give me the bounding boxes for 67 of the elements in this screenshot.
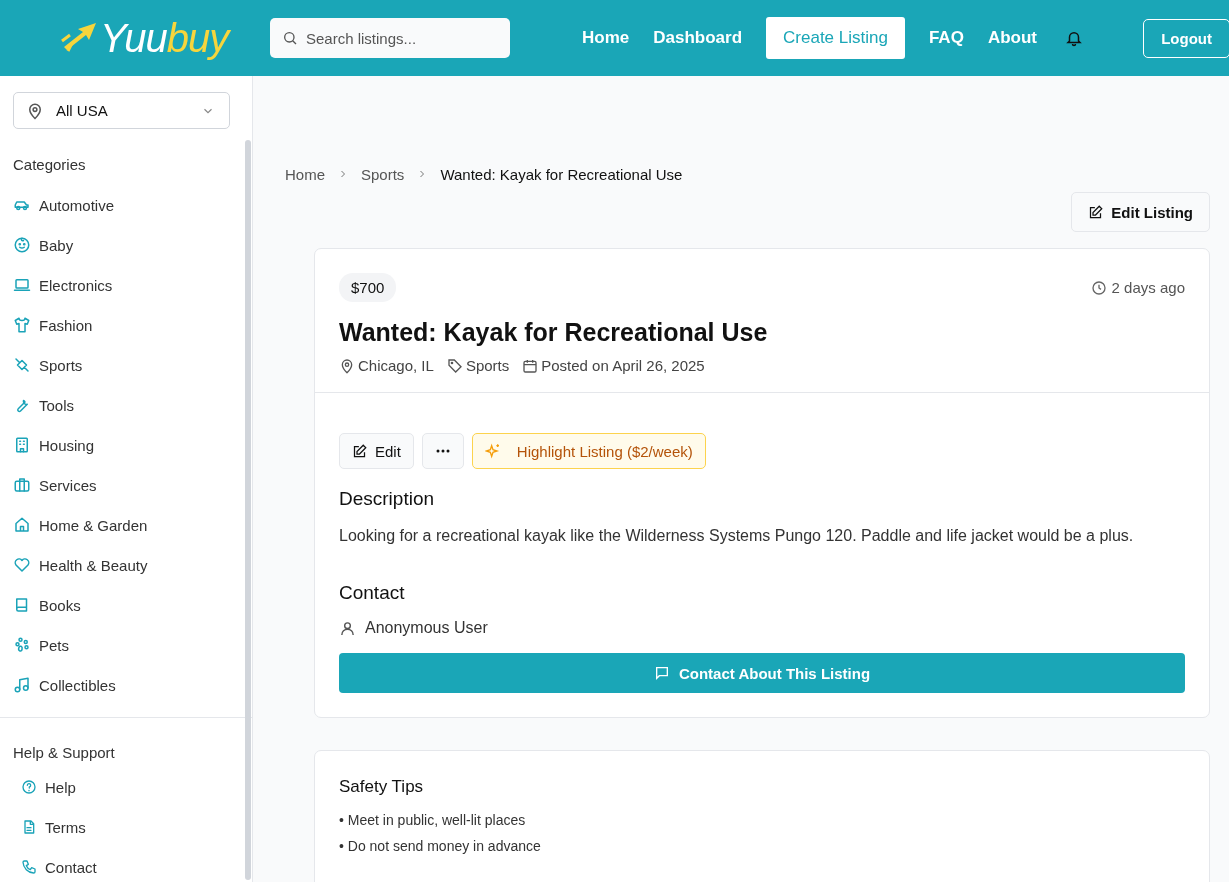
category-item[interactable]: Electronics (13, 265, 113, 305)
tag-icon (446, 357, 463, 374)
help-item[interactable]: Contact (21, 847, 97, 882)
briefcase-icon (13, 476, 31, 494)
posted-date: Posted on April 26, 2025 (541, 357, 705, 374)
map-pin-icon (26, 101, 44, 120)
building-icon (13, 436, 31, 454)
face-icon (13, 236, 31, 254)
edit-icon (1088, 204, 1104, 220)
category-item[interactable]: Books (13, 585, 81, 625)
laptop-icon (13, 276, 31, 294)
house-icon (13, 516, 31, 534)
calendar-icon (522, 357, 539, 374)
chat-icon (653, 665, 670, 681)
category-item[interactable]: Home & Garden (13, 505, 148, 545)
help-item[interactable]: Terms (21, 807, 86, 847)
map-pin-icon (339, 357, 355, 374)
heart-icon (13, 556, 31, 574)
more-icon (435, 449, 450, 453)
listing-category: Sports (465, 357, 510, 374)
document-icon (21, 819, 37, 835)
price-badge: $700 (339, 273, 397, 302)
description-text: Looking for a recreational kayak like the Wilderness Systems Pungo 120. Paddle and life jacket would be a plus. (339, 527, 1135, 545)
paw-icon (13, 636, 31, 654)
phone-icon (21, 859, 37, 875)
question-icon (21, 779, 37, 795)
bell-icon[interactable] (1064, 29, 1083, 47)
section-heading: Safety Tips (339, 777, 425, 797)
category-item[interactable]: Sports (13, 345, 83, 385)
sparkles-icon (484, 443, 501, 459)
section-heading: Contact (339, 582, 406, 604)
category-item[interactable]: Baby (13, 225, 74, 265)
highlight-listing-button[interactable]: Highlight Listing ($2/week) (471, 433, 706, 469)
listing-title: Wanted: Kayak for Recreational Use (339, 318, 769, 347)
posted-age: 2 days ago (1111, 279, 1185, 296)
safety-tip: • Do not send money in advance (339, 838, 542, 854)
breadcrumb-link[interactable]: Sports (361, 165, 405, 183)
search-icon (282, 30, 298, 46)
category-item[interactable]: Housing (13, 425, 95, 465)
section-heading: Description (339, 488, 436, 510)
category-item[interactable]: Pets (13, 625, 69, 665)
search-field[interactable]: Search listings... (270, 18, 510, 58)
section-heading: Help & Support (13, 744, 116, 761)
clock-icon (1090, 279, 1107, 296)
help-item[interactable]: Help (21, 767, 76, 807)
edit-button[interactable]: Edit (339, 433, 414, 469)
safety-tip: • Meet in public, well-lit places (339, 812, 527, 828)
music-note-icon (13, 676, 31, 694)
edit-icon (352, 443, 367, 459)
logo-text: Yuubuy (100, 15, 229, 61)
category-item[interactable]: Tools (13, 385, 75, 425)
category-item[interactable]: Fashion (13, 305, 93, 345)
location-dropdown[interactable]: All USA (13, 92, 230, 129)
more-button[interactable] (421, 433, 464, 469)
scrollbar[interactable] (245, 140, 251, 880)
breadcrumb-current: Wanted: Kayak for Recreational Use (440, 165, 683, 183)
category-item[interactable]: Automotive (13, 185, 115, 225)
breadcrumb-link[interactable]: Home (285, 165, 325, 183)
category-item[interactable]: Health & Beauty (13, 545, 148, 585)
category-item[interactable]: Services (13, 465, 97, 505)
edit-listing-button[interactable]: Edit Listing (1071, 192, 1210, 232)
contact-name: Anonymous User (365, 619, 488, 637)
section-heading: Categories (13, 156, 87, 173)
user-icon (339, 619, 356, 637)
category-item[interactable]: Collectibles (13, 665, 116, 705)
listing-location: Chicago, IL (358, 357, 434, 374)
shirt-icon (13, 316, 31, 334)
